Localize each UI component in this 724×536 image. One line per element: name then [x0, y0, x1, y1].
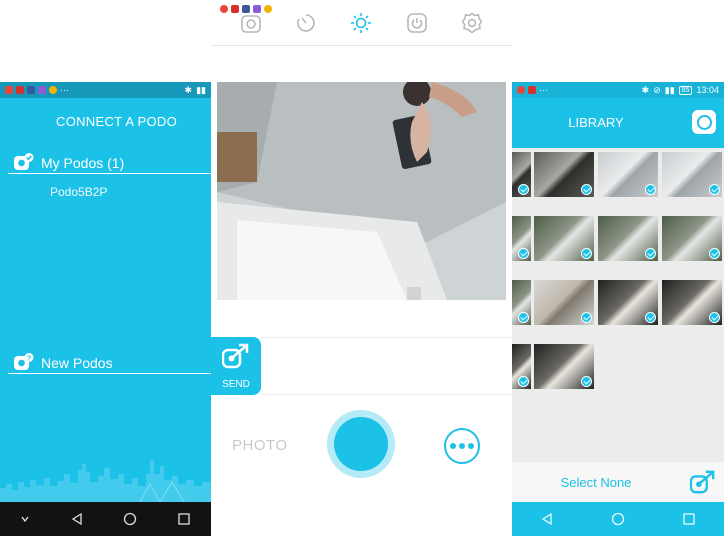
- library-thumbnail[interactable]: [512, 344, 531, 389]
- photo-mode-label[interactable]: PHOTO: [232, 437, 288, 454]
- settings-icon[interactable]: [459, 10, 485, 36]
- selection-bar: Select None: [512, 462, 724, 502]
- selected-check-icon: [581, 248, 592, 259]
- signal-icon: ▮▮: [664, 84, 675, 95]
- library-thumbnail[interactable]: [512, 216, 531, 261]
- android-nav-bar: [512, 502, 724, 536]
- city-skyline-illustration: [0, 460, 211, 502]
- connect-screen: ··· ✱ ▮▮ CONNECT A PODO My Podos (1) Pod…: [0, 82, 211, 536]
- library-thumbnail[interactable]: [598, 280, 658, 325]
- podo-list-item[interactable]: Podo5B2P: [50, 185, 107, 199]
- library-thumbnail[interactable]: [534, 344, 594, 389]
- camera-preview[interactable]: [217, 82, 506, 300]
- send-podo-icon: [222, 343, 249, 369]
- new-podos-label: New Podos: [41, 355, 113, 371]
- library-thumbnail[interactable]: [534, 152, 594, 197]
- youtube-icon: [528, 86, 536, 94]
- send-label: SEND: [222, 379, 250, 390]
- camera-toolbar: [211, 0, 512, 46]
- back-icon[interactable]: [70, 512, 84, 526]
- my-podos-label: My Podos (1): [41, 155, 125, 171]
- screen-title: CONNECT A PODO: [56, 114, 177, 129]
- back-icon[interactable]: [540, 512, 554, 526]
- shutter-inner: [334, 417, 388, 471]
- gallery-icon: [38, 86, 46, 94]
- library-thumbnail[interactable]: [534, 280, 594, 325]
- library-thumbnail[interactable]: [512, 280, 531, 325]
- battery-indicator: 85: [678, 85, 693, 95]
- more-options-button[interactable]: [444, 428, 480, 464]
- recents-icon[interactable]: [682, 512, 696, 526]
- selected-check-icon: [709, 312, 720, 323]
- library-thumbnail[interactable]: [512, 152, 531, 197]
- selected-check-icon: [645, 184, 656, 195]
- camera-screen: SEND PHOTO: [211, 0, 512, 536]
- selected-check-icon: [581, 376, 592, 387]
- podo-check-icon: [14, 153, 34, 170]
- selected-check-icon: [581, 312, 592, 323]
- selected-check-icon: [518, 312, 529, 323]
- library-thumbnail[interactable]: [598, 216, 658, 261]
- home-icon[interactable]: [123, 512, 137, 526]
- youtube-icon: [16, 86, 24, 94]
- selected-check-icon: [518, 248, 529, 259]
- library-header: LIBRARY: [512, 98, 724, 148]
- send-button[interactable]: SEND: [211, 337, 261, 395]
- camera-icon[interactable]: [238, 10, 264, 36]
- select-none-button[interactable]: Select None: [512, 475, 680, 490]
- send-podo-icon[interactable]: [690, 469, 716, 495]
- power-icon[interactable]: [404, 10, 430, 36]
- chevron-down-icon[interactable]: [20, 514, 30, 524]
- bluetooth-icon: ✱: [184, 84, 193, 95]
- selected-check-icon: [645, 312, 656, 323]
- podo-camera-icon[interactable]: [692, 110, 716, 134]
- status-bar: ··· ✱ ▮▮: [0, 82, 211, 98]
- preview-image: [217, 82, 506, 300]
- bluetooth-icon: ✱: [641, 84, 650, 95]
- selected-check-icon: [518, 376, 529, 387]
- more-dots-icon: [450, 443, 456, 449]
- library-thumbnail[interactable]: [662, 152, 722, 197]
- library-thumbnail[interactable]: [662, 216, 722, 261]
- more-dots-icon: ···: [539, 85, 548, 95]
- library-thumbnail[interactable]: [534, 216, 594, 261]
- selected-check-icon: [581, 184, 592, 195]
- recents-icon[interactable]: [177, 512, 191, 526]
- chrome-icon: [5, 86, 13, 94]
- library-screen: ··· ✱ ⊘ ▮▮ 85 13:04 LIBRARY Select None: [512, 82, 724, 536]
- mute-icon: ⊘: [653, 84, 661, 95]
- status-bar: ··· ✱ ⊘ ▮▮ 85 13:04: [512, 82, 724, 98]
- android-nav-bar: [0, 502, 211, 536]
- new-podos-section[interactable]: ? New Podos: [8, 352, 211, 374]
- more-dots-icon: ···: [60, 85, 69, 95]
- status-time: 13:04: [696, 85, 719, 95]
- chrome-icon-2: [49, 86, 57, 94]
- shutter-button[interactable]: [327, 410, 395, 478]
- selected-check-icon: [518, 184, 529, 195]
- home-icon[interactable]: [611, 512, 625, 526]
- chrome-icon: [517, 86, 525, 94]
- selected-check-icon: [709, 248, 720, 259]
- library-title: LIBRARY: [568, 115, 624, 130]
- timer-icon[interactable]: [293, 10, 319, 36]
- facebook-icon: [27, 86, 35, 94]
- library-thumbnail[interactable]: [598, 152, 658, 197]
- screenshot-collage: ··· ✱ ▮▮ CONNECT A PODO My Podos (1) Pod…: [0, 0, 724, 536]
- svg-text:?: ?: [27, 355, 31, 362]
- thumbnail-grid: [512, 152, 724, 462]
- brightness-icon[interactable]: [348, 10, 374, 36]
- signal-icon: ▮▮: [196, 84, 206, 95]
- divider: [261, 337, 512, 338]
- selected-check-icon: [709, 184, 720, 195]
- library-thumbnail[interactable]: [662, 280, 722, 325]
- divider: [261, 394, 512, 395]
- my-podos-section[interactable]: My Podos (1): [8, 152, 211, 174]
- podo-question-icon: ?: [14, 353, 34, 370]
- selected-check-icon: [645, 248, 656, 259]
